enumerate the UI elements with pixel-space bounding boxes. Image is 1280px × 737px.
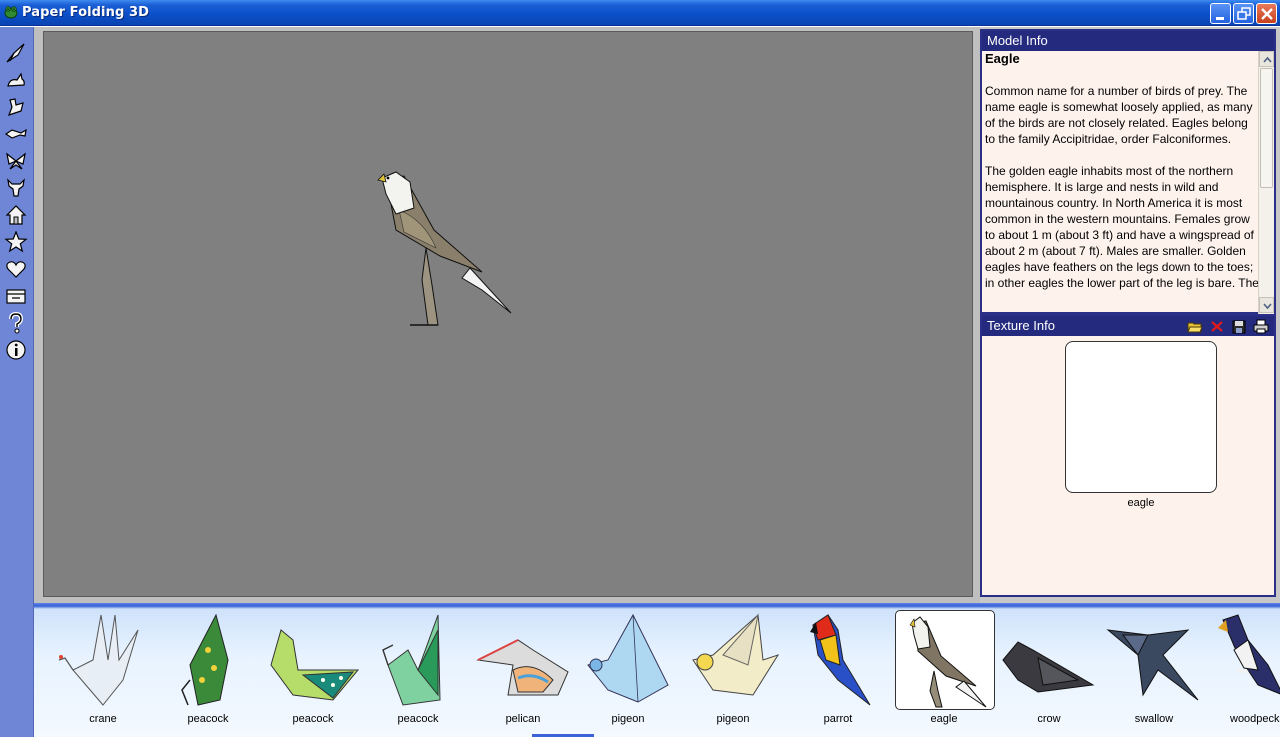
box-icon[interactable]	[4, 284, 28, 308]
scroll-up-button[interactable]	[1259, 51, 1274, 67]
model-thumb-pigeon[interactable]	[683, 610, 783, 710]
model-info-header: Model Info	[982, 31, 1274, 51]
model-thumb-crow[interactable]	[998, 610, 1098, 710]
model-paragraph: Common name for a number of birds of pre…	[985, 84, 1253, 146]
model-label: peacock	[292, 713, 334, 725]
model-label: pigeon	[716, 713, 750, 725]
model-label: crow	[1037, 713, 1061, 725]
crow-thumbnail	[1002, 641, 1095, 693]
model-name: Eagle	[985, 51, 1020, 66]
texture-name: eagle	[1127, 497, 1155, 509]
scroll-thumb[interactable]	[1260, 68, 1273, 188]
3d-viewport[interactable]	[43, 31, 973, 597]
eagle-thumbnail	[909, 616, 987, 708]
model-thumb-eagle[interactable]	[895, 610, 995, 710]
model-thumb-swallow[interactable]	[1103, 610, 1203, 710]
model-label: pelican	[505, 713, 541, 725]
butterfly-icon[interactable]	[4, 149, 28, 173]
model-thumb-peacock[interactable]	[263, 610, 363, 710]
house-icon[interactable]	[4, 203, 28, 227]
heart-icon[interactable]	[4, 257, 28, 281]
model-thumb-pigeon[interactable]	[578, 610, 678, 710]
model-thumb-parrot[interactable]	[788, 610, 888, 710]
model-label: swallow	[1134, 713, 1174, 725]
model-info-scrollbar[interactable]	[1258, 51, 1274, 314]
frog-app-icon	[4, 6, 18, 19]
model-label: peacock	[397, 713, 439, 725]
woodpecker-thumbnail	[1218, 614, 1280, 695]
model-info-panel: Model Info Eagle Common name for a numbe…	[980, 29, 1276, 314]
minimize-icon	[1216, 17, 1224, 20]
eagle-3d-model[interactable]	[374, 170, 554, 340]
scroll-down-button[interactable]	[1259, 297, 1274, 313]
swallow-thumbnail	[1106, 629, 1199, 701]
pelican-thumbnail	[476, 639, 569, 696]
model-thumb-crane[interactable]	[53, 610, 153, 710]
model-thumb-pelican[interactable]	[473, 610, 573, 710]
texture-preview[interactable]	[1065, 341, 1217, 493]
bull-icon[interactable]	[4, 176, 28, 200]
model-thumb-peacock[interactable]	[158, 610, 258, 710]
rooster-icon[interactable]	[4, 95, 28, 119]
pigeon-thumbnail	[692, 613, 780, 696]
model-thumb-woodpecker[interactable]	[1208, 610, 1280, 710]
peacock-thumbnail	[270, 629, 360, 701]
model-paragraph: The golden eagle inhabits most of the no…	[985, 164, 1259, 290]
restore-icon	[1237, 7, 1251, 20]
model-label: peacock	[187, 713, 229, 725]
model-description: Eagle Common name for a number of birds …	[985, 51, 1259, 313]
peacock-thumbnail	[181, 613, 229, 706]
model-label: pigeon	[611, 713, 645, 725]
save-icon[interactable]	[1231, 319, 1247, 334]
minimize-button[interactable]	[1210, 3, 1231, 24]
title-bar: Paper Folding 3D	[0, 0, 1280, 26]
close-button[interactable]	[1256, 3, 1277, 24]
delete-icon[interactable]	[1209, 319, 1225, 334]
category-toolbar	[0, 27, 34, 737]
print-icon[interactable]	[1253, 319, 1269, 334]
chevron-up-icon	[1263, 56, 1272, 63]
parrot-thumbnail	[810, 614, 871, 706]
fish-icon[interactable]	[4, 122, 28, 146]
close-icon	[1261, 8, 1273, 20]
chevron-down-icon	[1263, 303, 1272, 310]
window-title: Paper Folding 3D	[22, 5, 150, 20]
model-label: crane	[89, 713, 117, 725]
star-icon[interactable]	[4, 230, 28, 254]
rabbit-icon[interactable]	[4, 68, 28, 92]
restore-button[interactable]	[1233, 3, 1254, 24]
texture-info-title: Texture Info	[987, 318, 1055, 333]
open-folder-icon[interactable]	[1187, 319, 1203, 334]
info-icon[interactable]	[4, 338, 28, 362]
peacock-thumbnail	[382, 614, 441, 706]
model-thumb-peacock[interactable]	[368, 610, 468, 710]
help-icon[interactable]	[4, 311, 28, 335]
model-label: parrot	[823, 713, 853, 725]
bird-icon[interactable]	[4, 41, 28, 65]
model-label: eagle	[930, 713, 958, 725]
texture-info-panel: Texture Info eagle	[980, 314, 1276, 597]
crane-thumbnail	[58, 614, 139, 706]
model-label: woodpecker	[1230, 713, 1280, 725]
pigeon-thumbnail	[587, 613, 669, 703]
